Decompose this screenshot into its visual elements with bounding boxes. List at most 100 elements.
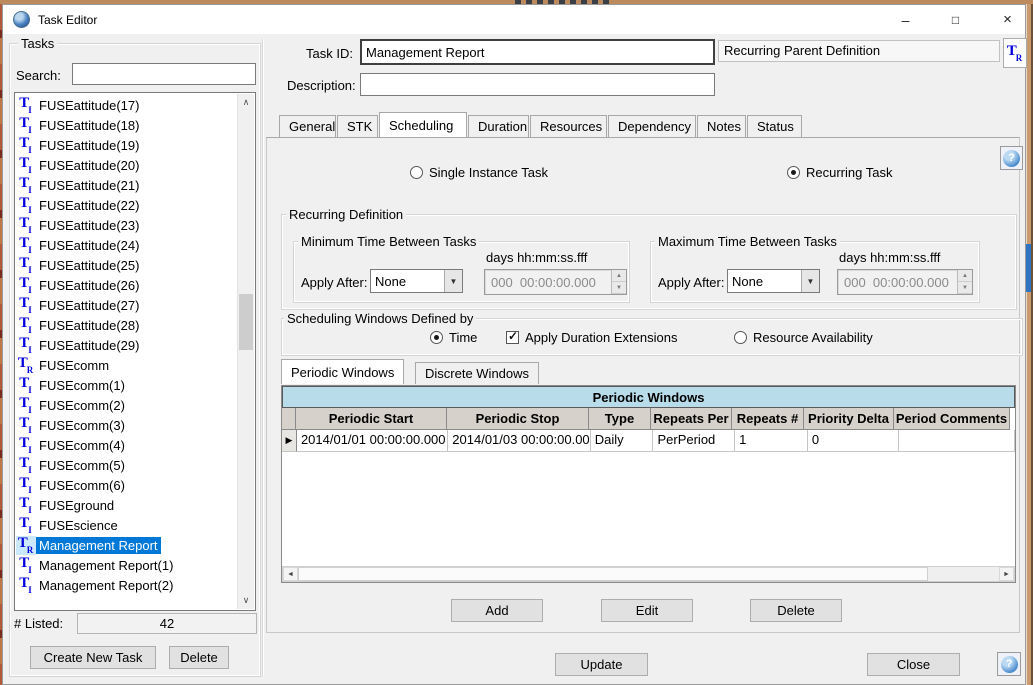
- scroll-up-icon[interactable]: ∧: [238, 94, 254, 111]
- column-header[interactable]: Repeats #: [731, 408, 804, 430]
- list-item[interactable]: TIFUSEattitude(25): [16, 255, 236, 275]
- min-apply-after-select[interactable]: None ▼: [370, 269, 463, 293]
- footer-help-button[interactable]: ?: [997, 652, 1021, 676]
- tab-status[interactable]: Status: [747, 115, 802, 137]
- list-item[interactable]: TIFUSEcomm(2): [16, 395, 236, 415]
- task-list-scrollbar[interactable]: ∧ ∨: [237, 94, 254, 609]
- recurring-task-icon-button[interactable]: TR: [1003, 38, 1027, 68]
- task-list[interactable]: TIFUSEattitude(17)TIFUSEattitude(18)TIFU…: [14, 92, 256, 611]
- spinner-arrows-icon[interactable]: ▲▼: [611, 270, 626, 294]
- table-cell[interactable]: 1: [735, 430, 808, 452]
- list-item[interactable]: TIFUSEattitude(29): [16, 335, 236, 355]
- recurring-task-radio[interactable]: Recurring Task: [787, 165, 892, 180]
- table-cell[interactable]: 0: [808, 430, 899, 452]
- tab-periodic-windows[interactable]: Periodic Windows: [281, 359, 404, 384]
- min-duration-spinner[interactable]: 000 00:00:00.000 ▲▼: [484, 269, 627, 295]
- delete-task-button[interactable]: Delete: [169, 646, 229, 669]
- list-item[interactable]: TIFUSEcomm(1): [16, 375, 236, 395]
- task-id-input[interactable]: [360, 39, 715, 65]
- list-item[interactable]: TIFUSEattitude(18): [16, 115, 236, 135]
- apply-duration-extensions-checkbox[interactable]: Apply Duration Extensions: [506, 330, 677, 345]
- task-type-readout: Recurring Parent Definition: [718, 40, 1000, 62]
- list-item[interactable]: TIFUSEattitude(22): [16, 195, 236, 215]
- help-button[interactable]: ?: [1000, 146, 1023, 170]
- table-cell[interactable]: PerPeriod: [653, 430, 735, 452]
- task-instance-icon: TI: [16, 336, 36, 355]
- periodic-windows-grid[interactable]: Periodic Windows Periodic StartPeriodic …: [281, 385, 1016, 583]
- grid-hscrollbar[interactable]: ◄ ►: [282, 566, 1015, 582]
- tab-discrete-windows[interactable]: Discrete Windows: [415, 362, 539, 384]
- table-row[interactable]: ▶2014/01/01 00:00:00.0002014/01/03 00:00…: [282, 430, 1015, 452]
- tab-resources[interactable]: Resources: [530, 115, 607, 137]
- search-input[interactable]: [72, 63, 256, 85]
- max-units-label: days hh:mm:ss.fff: [839, 250, 940, 265]
- single-instance-radio[interactable]: Single Instance Task: [410, 165, 548, 180]
- list-item[interactable]: TIFUSEcomm(6): [16, 475, 236, 495]
- list-item[interactable]: TIFUSEattitude(28): [16, 315, 236, 335]
- table-cell[interactable]: 2014/01/01 00:00:00.000: [297, 430, 448, 452]
- task-recurring-icon: TR: [16, 536, 36, 555]
- resource-availability-radio[interactable]: Resource Availability: [734, 330, 873, 345]
- column-header[interactable]: Periodic Start: [295, 408, 447, 430]
- time-radio[interactable]: Time: [430, 330, 477, 345]
- delete-button[interactable]: Delete: [750, 599, 842, 622]
- tab-duration[interactable]: Duration: [468, 115, 529, 137]
- task-instance-icon: TI: [16, 416, 36, 435]
- minimize-button[interactable]: –: [883, 5, 928, 34]
- column-header[interactable]: Repeats Per: [650, 408, 732, 430]
- scroll-right-icon[interactable]: ►: [999, 567, 1014, 581]
- list-item[interactable]: TIManagement Report(2): [16, 575, 236, 595]
- scroll-left-icon[interactable]: ◄: [283, 567, 298, 581]
- table-cell[interactable]: 2014/01/03 00:00:00.000: [448, 430, 590, 452]
- table-cell[interactable]: Daily: [591, 430, 654, 452]
- list-item[interactable]: TIFUSEattitude(27): [16, 295, 236, 315]
- list-item[interactable]: TIFUSEscience: [16, 515, 236, 535]
- list-item[interactable]: TIFUSEattitude(21): [16, 175, 236, 195]
- list-item[interactable]: TRManagement Report: [16, 535, 236, 555]
- list-item[interactable]: TIFUSEattitude(26): [16, 275, 236, 295]
- list-item[interactable]: TIFUSEattitude(20): [16, 155, 236, 175]
- tab-stk[interactable]: STK: [337, 115, 378, 137]
- max-apply-after-select[interactable]: None ▼: [727, 269, 820, 293]
- scroll-down-icon[interactable]: ∨: [238, 592, 254, 609]
- column-header[interactable]: Type: [588, 408, 651, 430]
- description-input[interactable]: [360, 73, 715, 96]
- list-item[interactable]: TIFUSEattitude(24): [16, 235, 236, 255]
- table-cell[interactable]: [899, 430, 1016, 452]
- task-label: FUSEattitude(23): [36, 217, 142, 234]
- spinner-arrows-icon[interactable]: ▲▼: [957, 270, 972, 294]
- list-item[interactable]: TIFUSEcomm(4): [16, 435, 236, 455]
- list-item[interactable]: TRFUSEcomm: [16, 355, 236, 375]
- recurring-definition-group: Recurring Definition Minimum Time Betwee…: [281, 214, 1017, 310]
- hscroll-thumb[interactable]: [298, 567, 928, 581]
- list-item[interactable]: TIFUSEattitude(17): [16, 95, 236, 115]
- update-button[interactable]: Update: [555, 653, 648, 676]
- task-id-label: Task ID:: [306, 46, 353, 61]
- min-units-label: days hh:mm:ss.fff: [486, 250, 587, 265]
- add-button[interactable]: Add: [451, 599, 543, 622]
- scroll-thumb[interactable]: [239, 294, 253, 350]
- tab-general[interactable]: General: [279, 115, 336, 137]
- list-item[interactable]: TIFUSEattitude(23): [16, 215, 236, 235]
- row-selector-icon[interactable]: ▶: [282, 430, 297, 452]
- maximize-button[interactable]: □: [933, 5, 978, 34]
- edit-button[interactable]: Edit: [601, 599, 693, 622]
- tab-dependency[interactable]: Dependency: [608, 115, 696, 137]
- close-button[interactable]: Close: [867, 653, 960, 676]
- task-instance-icon: TI: [16, 516, 36, 535]
- tab-notes[interactable]: Notes: [697, 115, 746, 137]
- list-item[interactable]: TIFUSEattitude(19): [16, 135, 236, 155]
- min-time-group: Minimum Time Between Tasks days hh:mm:ss…: [293, 241, 630, 303]
- column-header[interactable]: Priority Delta: [803, 408, 894, 430]
- tab-scheduling[interactable]: Scheduling: [379, 112, 467, 137]
- create-new-task-button[interactable]: Create New Task: [30, 646, 156, 669]
- column-header[interactable]: Periodic Stop: [446, 408, 589, 430]
- close-icon[interactable]: ×: [985, 5, 1030, 34]
- list-item[interactable]: TIFUSEcomm(3): [16, 415, 236, 435]
- task-instance-icon: TI: [16, 256, 36, 275]
- list-item[interactable]: TIFUSEcomm(5): [16, 455, 236, 475]
- column-header[interactable]: Period Comments: [893, 408, 1010, 430]
- list-item[interactable]: TIManagement Report(1): [16, 555, 236, 575]
- list-item[interactable]: TIFUSEground: [16, 495, 236, 515]
- max-duration-spinner[interactable]: 000 00:00:00.000 ▲▼: [837, 269, 973, 295]
